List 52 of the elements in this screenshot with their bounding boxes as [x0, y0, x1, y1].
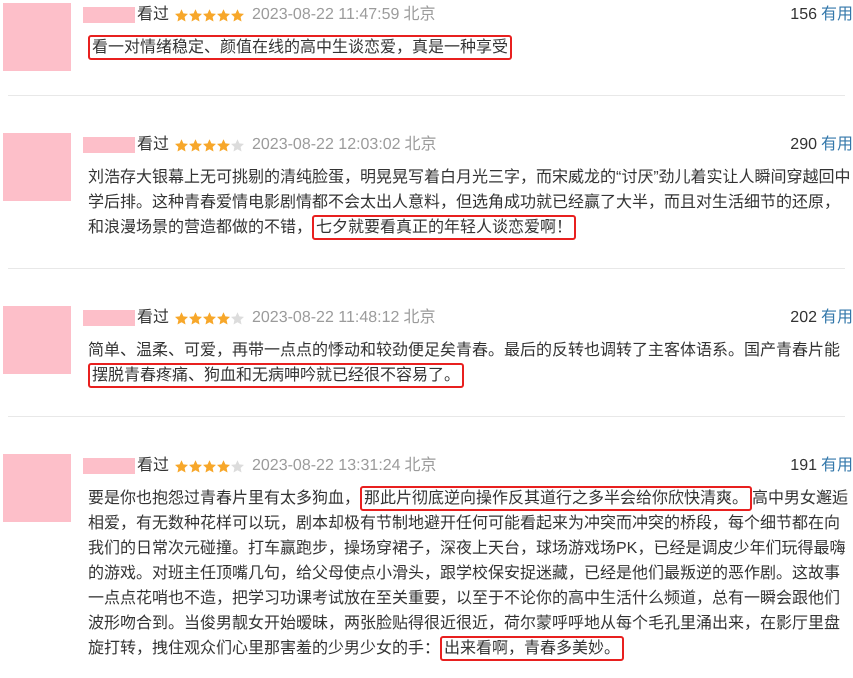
vote-count: 191 — [790, 456, 817, 476]
review-time: 2023-08-22 11:48:12 — [252, 308, 400, 328]
review-location: 北京 — [404, 455, 437, 476]
watch-status: 看过 — [137, 4, 169, 25]
watch-status: 看过 — [137, 134, 169, 155]
review-text: 要是你也抱怨过青春片里有太多狗血， 那此片彻底逆向操作反其道行之多半会给你欣快清爽。 高中男女邂逅相爱，有无数种花样可以玩，剧本却极有节制地避开任何可能看起来为冲突而冲突的桥段，每个细节都在向我们的日常次元碰撞。打车赢跑步，操场穿裙子，深夜上天台，球场游戏场PK，已经是调皮少年们玩得最嗨的游戏。对班主任顶嘴几句，给父母使点小滑头，跟学校保安捉迷藏，已经是他们最叛逆的恶作剧。这故事一点点花哨也不造，把学习功课考试放在至关重要，以至于不论你的高中生活什么频道，总有一瞬会跟他们波形吻合到。当俊男靓女开始暧昧，两张脸贴得很近很近，荷尔蒙呼呼地从每个毛孔里涌出来，在影厅里盘旋打转，拽住观众们心里那害羞的少男少女的手： 出来看啊，青春多美妙。 — [83, 482, 853, 665]
star-icon — [217, 8, 230, 22]
review-time: 2023-08-22 13:31:24 — [252, 456, 401, 476]
useful-link[interactable]: 有用 — [821, 306, 853, 330]
star-icon — [189, 312, 202, 324]
redaction-block — [83, 458, 135, 474]
star-icon — [175, 8, 188, 22]
avatar-placeholder — [3, 3, 71, 71]
watch-status: 看过 — [137, 456, 169, 476]
redaction-block — [83, 137, 135, 153]
star-icon — [203, 8, 216, 22]
review-time: 2023-08-22 11:47:59 — [252, 5, 400, 25]
star-icon — [189, 460, 202, 472]
useful-link[interactable]: 有用 — [821, 454, 853, 478]
review-location: 北京 — [403, 4, 436, 25]
star-icon — [175, 312, 188, 324]
redaction-block — [83, 7, 135, 23]
avatar-placeholder — [3, 306, 71, 374]
star-icon — [231, 312, 244, 324]
star-icon — [189, 8, 202, 22]
vote-count: 202 — [790, 308, 817, 328]
star-icon — [217, 460, 230, 472]
avatar-placeholder — [3, 133, 71, 201]
star-icon — [203, 460, 216, 472]
star-icon — [203, 138, 216, 152]
vote-count: 156 — [790, 5, 817, 25]
review-time: 2023-08-22 12:03:02 — [252, 135, 401, 155]
star-icon — [231, 460, 244, 472]
avatar-placeholder — [3, 454, 71, 522]
star-icon — [175, 460, 188, 472]
review-text: 看一对情绪稳定、颜值在线的高中生谈恋爱，真是一种享受 — [83, 31, 853, 64]
useful-link[interactable]: 有用 — [821, 3, 853, 27]
star-icon — [175, 138, 188, 152]
star-icon — [231, 8, 244, 22]
useful-link[interactable]: 有用 — [821, 133, 853, 157]
review-text: 刘浩存大银幕上无可挑剔的清纯脸蛋，明晃晃写着白月光三字，而宋威龙的“讨厌”劲儿着实让人瞬间穿越回中学后排。这种青春爱情电影剧情都不会太出人意料，但选角成功就已经赢了大半，而且对生活细节的还原，和浪漫场景的营造都做的不错， 七夕就要看真正的年轻人谈恋爱啊！ — [83, 161, 853, 244]
review-location: 北京 — [403, 307, 436, 328]
star-icon — [203, 312, 216, 324]
review-location: 北京 — [404, 134, 437, 155]
vote-count: 290 — [790, 135, 817, 155]
redaction-block — [83, 310, 135, 326]
star-icon — [231, 138, 244, 152]
star-icon — [189, 138, 202, 152]
review-text: 简单、温柔、可爱，再带一点点的悸动和较劲便足矣青春。最后的反转也调转了主客体语系。国产青春片能 摆脱青春疼痛、狗血和无病呻吟就已经很不容易了。 — [83, 334, 853, 392]
star-icon — [217, 312, 230, 324]
watch-status: 看过 — [137, 308, 169, 328]
star-icon — [217, 138, 230, 152]
